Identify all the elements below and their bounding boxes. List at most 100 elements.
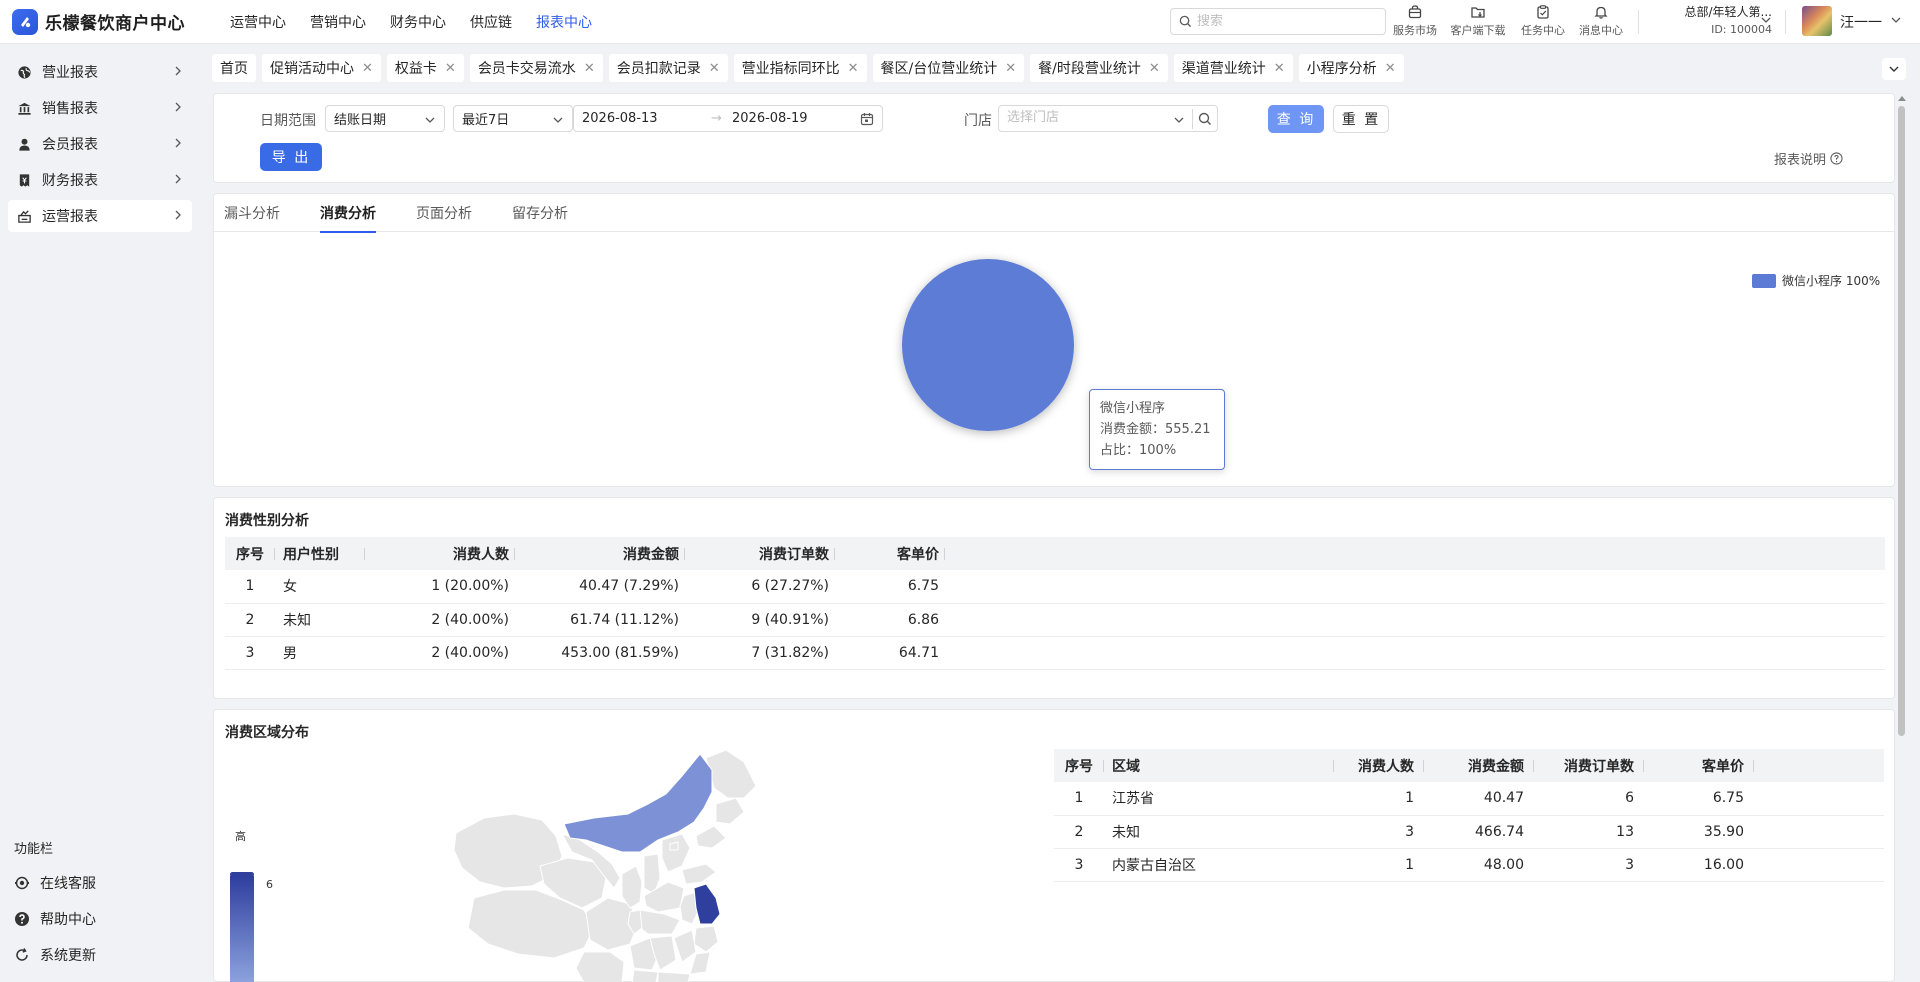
tab-area-table-stats[interactable]: 餐区/台位营业统计 ✕ bbox=[872, 54, 1025, 82]
tab-business-indicators[interactable]: 营业指标同环比 ✕ bbox=[733, 54, 867, 82]
org-switcher[interactable]: 总部/年轻人第... ID: 100004 bbox=[1652, 4, 1773, 38]
sidebar-item-member-reports[interactable]: 会员报表 bbox=[8, 128, 192, 160]
table-cell: 2 (40.00%) bbox=[365, 603, 515, 637]
message-center-button[interactable]: 消息中心 bbox=[1571, 4, 1631, 38]
system-update-link[interactable]: 系统更新 bbox=[14, 943, 96, 967]
tab-consumption-analysis[interactable]: 消费分析 bbox=[320, 194, 376, 233]
table-cell: 1 (20.00%) bbox=[365, 570, 515, 604]
sidebar-item-operations-reports[interactable]: 运营报表 bbox=[8, 200, 192, 232]
user-name[interactable]: 汪一一 bbox=[1840, 12, 1882, 32]
table-cell: 16.00 bbox=[1644, 848, 1754, 882]
tab-retention-analysis[interactable]: 留存分析 bbox=[512, 194, 568, 232]
chevron-down-icon[interactable] bbox=[1890, 14, 1902, 26]
date-type-select[interactable]: 结账日期 bbox=[325, 105, 445, 132]
start-date[interactable]: 2026-08-13 bbox=[582, 111, 658, 126]
close-icon[interactable]: ✕ bbox=[1385, 61, 1396, 76]
sidebar-item-label: 运营报表 bbox=[42, 209, 98, 225]
date-preset-select[interactable]: 最近7日 bbox=[453, 105, 573, 132]
close-icon[interactable]: ✕ bbox=[709, 61, 720, 76]
table-cell: 6.75 bbox=[1644, 782, 1754, 816]
topnav-item-reports[interactable]: 报表中心 bbox=[536, 12, 592, 32]
tab-home[interactable]: 首页 bbox=[212, 54, 256, 82]
tab-page-analysis[interactable]: 页面分析 bbox=[416, 194, 472, 232]
table-cell: 2 bbox=[1054, 815, 1104, 849]
table-cell-spacer bbox=[945, 636, 1885, 670]
global-search[interactable] bbox=[1170, 8, 1386, 35]
help-center-link[interactable]: 帮助中心 bbox=[14, 907, 96, 931]
tab-channel-stats[interactable]: 渠道营业统计 ✕ bbox=[1173, 54, 1293, 82]
sidebar-item-sales-reports[interactable]: 销售报表 bbox=[8, 92, 192, 124]
table-cell: 内蒙古自治区 bbox=[1104, 848, 1334, 882]
chevron-down-icon[interactable] bbox=[1760, 14, 1772, 26]
end-date[interactable]: 2026-08-19 bbox=[732, 111, 808, 126]
chevron-right-icon bbox=[175, 138, 181, 148]
store-input[interactable] bbox=[1007, 110, 1167, 125]
search-icon[interactable] bbox=[1198, 112, 1212, 126]
person-icon bbox=[16, 136, 32, 152]
close-icon[interactable]: ✕ bbox=[362, 61, 373, 76]
close-icon[interactable]: ✕ bbox=[1274, 61, 1285, 76]
func-item-label: 在线客服 bbox=[40, 876, 96, 892]
tab-mini-program-analysis[interactable]: 小程序分析 ✕ bbox=[1298, 54, 1404, 82]
brand[interactable]: 乐檬餐饮商户中心 bbox=[12, 8, 208, 35]
topnav-item-marketing[interactable]: 营销中心 bbox=[310, 12, 366, 32]
headset-icon bbox=[15, 876, 29, 890]
close-icon[interactable]: ✕ bbox=[848, 61, 859, 76]
sidebar-item-finance-reports[interactable]: 财务报表 bbox=[8, 164, 192, 196]
reset-button[interactable]: 重 置 bbox=[1333, 105, 1389, 133]
store-select[interactable] bbox=[998, 105, 1218, 132]
tab-label: 餐/时段营业统计 bbox=[1038, 61, 1141, 77]
page-scrollbar[interactable] bbox=[1898, 106, 1905, 736]
tab-funnel-analysis[interactable]: 漏斗分析 bbox=[224, 194, 280, 232]
table-row[interactable]: 3 男 2 (40.00%) 453.00 (81.59%) 7 (31.82%… bbox=[225, 636, 1885, 670]
brand-name: 乐檬餐饮商户中心 bbox=[45, 14, 185, 34]
table-row[interactable]: 3 内蒙古自治区 1 48.00 3 16.00 bbox=[1054, 848, 1884, 882]
map-region bbox=[693, 925, 719, 953]
legend-swatch bbox=[1752, 273, 1776, 288]
task-center-button[interactable]: 任务中心 bbox=[1513, 4, 1573, 38]
table-cell: 3 bbox=[225, 636, 275, 670]
pie-slice[interactable] bbox=[902, 259, 1074, 431]
query-button[interactable]: 查 询 bbox=[1268, 105, 1324, 133]
close-icon[interactable]: ✕ bbox=[1149, 61, 1160, 76]
tab-benefit-card[interactable]: 权益卡 ✕ bbox=[386, 54, 464, 82]
table-row[interactable]: 2 未知 3 466.74 13 35.90 bbox=[1054, 815, 1884, 849]
tab-label: 餐区/台位营业统计 bbox=[880, 61, 998, 77]
online-service-link[interactable]: 在线客服 bbox=[14, 871, 96, 895]
client-download-button[interactable]: 客户端下载 bbox=[1448, 4, 1508, 38]
table-row[interactable]: 1 江苏省 1 40.47 6 6.75 bbox=[1054, 782, 1884, 816]
topnav-item-supply-chain[interactable]: 供应链 bbox=[470, 12, 512, 32]
topnav-item-operations[interactable]: 运营中心 bbox=[230, 12, 286, 32]
service-market-button[interactable]: 服务市场 bbox=[1385, 4, 1445, 38]
topnav-item-finance[interactable]: 财务中心 bbox=[390, 12, 446, 32]
china-region-map[interactable] bbox=[444, 748, 824, 982]
table-cell-spacer bbox=[1754, 848, 1884, 882]
tooltip-title: 微信小程序 bbox=[1100, 401, 1166, 416]
close-icon[interactable]: ✕ bbox=[445, 61, 456, 76]
tab-meal-period-stats[interactable]: 餐/时段营业统计 ✕ bbox=[1030, 54, 1168, 82]
sidebar-item-business-reports[interactable]: 营业报表 bbox=[8, 56, 192, 88]
date-range-picker[interactable]: 2026-08-13 → 2026-08-19 bbox=[573, 105, 883, 132]
date-type-value: 结账日期 bbox=[334, 113, 387, 128]
tab-member-card-transactions[interactable]: 会员卡交易流水 ✕ bbox=[469, 54, 603, 82]
scroll-up-icon[interactable] bbox=[1897, 94, 1907, 102]
top-divider bbox=[1638, 10, 1639, 34]
export-button[interactable]: 导 出 bbox=[260, 143, 322, 171]
chevron-down-icon bbox=[553, 117, 563, 123]
close-icon[interactable]: ✕ bbox=[1005, 61, 1016, 76]
tab-member-deductions[interactable]: 会员扣款记录 ✕ bbox=[608, 54, 728, 82]
tab-promotion-center[interactable]: 促销活动中心 ✕ bbox=[262, 54, 381, 82]
avatar[interactable] bbox=[1802, 6, 1832, 36]
table-row[interactable]: 1 女 1 (20.00%) 40.47 (7.29%) 6 (27.27%) … bbox=[225, 570, 1885, 604]
search-input[interactable] bbox=[1197, 14, 1367, 29]
table-row[interactable]: 2 未知 2 (40.00%) 61.74 (11.12%) 9 (40.91%… bbox=[225, 603, 1885, 637]
filter-card: 日期范围 结账日期 最近7日 2026-08-13 → 2026-08-19 门… bbox=[213, 93, 1895, 183]
tab-more-button[interactable] bbox=[1882, 58, 1906, 80]
visual-map-legend[interactable] bbox=[230, 872, 256, 982]
column-header: 客单价 bbox=[1644, 749, 1754, 782]
chart-legend[interactable]: 微信小程序 100% bbox=[1752, 272, 1880, 289]
close-icon[interactable]: ✕ bbox=[584, 61, 595, 76]
receipt-icon bbox=[16, 172, 32, 188]
report-help-link[interactable]: 报表说明 bbox=[1774, 149, 1843, 168]
map-region bbox=[661, 833, 691, 873]
